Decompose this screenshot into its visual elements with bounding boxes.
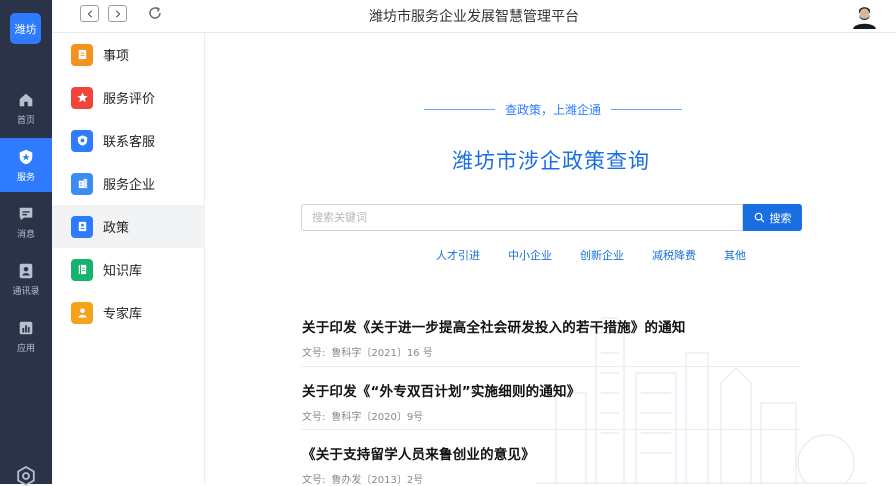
home-icon [19,93,33,106]
divider [424,108,495,110]
sidebar-item-label: 服务评价 [103,92,156,107]
contacts-icon [19,263,33,278]
doc-number: 鲁科字〔2021〕16 号 [331,348,433,359]
rail-item-service[interactable]: 服务 [0,138,52,192]
sidebar-item-evaluation[interactable]: 服务评价 [52,76,205,119]
divider [302,366,801,367]
building-icon [71,172,93,195]
sidebar-item-matters[interactable]: 事项 [52,33,205,76]
policy-title[interactable]: 关于印发《“外专双百计划”实施细则的通知》 [302,380,801,400]
doc-number-label: 文号: [302,475,326,484]
sidebar-item-label: 服务企业 [103,178,156,193]
sidebar-item-label: 知识库 [103,264,143,279]
rail-item-label: 首页 [16,115,35,126]
sidebar-item-customer-service[interactable]: 联系客服 [52,119,205,162]
sidebar-item-policy[interactable]: 政策 [52,205,205,248]
rail-item-home[interactable]: 首页 [0,81,52,135]
search-input[interactable] [301,204,743,231]
doc-number: 鲁科字〔2020〕9号 [331,412,424,423]
book-icon [71,258,93,281]
divider [611,108,683,110]
policy-search-page: 查政策，上潍企通 潍坊市涉企政策查询 搜索 人才引进 中小企业 创新企业 减税降… [206,33,896,484]
sidebar-item-label: 专家库 [103,307,143,322]
search-icon [754,212,764,223]
page-title: 潍坊市涉企政策查询 [452,149,650,173]
document-icon [71,43,93,66]
doc-number-label: 文号: [302,348,326,359]
apps-chart-icon [19,321,33,334]
divider [302,429,801,430]
policy-meta: 文号: 鲁科字〔2021〕16 号 [302,344,801,359]
app-logo[interactable]: 潍坊 [10,13,41,44]
tag-sme[interactable]: 中小企业 [508,247,552,263]
policy-list-item[interactable]: 《关于支持留学人员来鲁创业的意见》 文号: 鲁办发〔2013〕2号 [302,443,801,484]
policy-meta: 文号: 鲁办发〔2013〕2号 [302,471,801,484]
doc-number-label: 文号: [302,412,326,423]
category-tags: 人才引进 中小企业 创新企业 减税降费 其他 [206,247,896,263]
slogan: 查政策，上潍企通 [424,101,683,117]
rail-item-apps[interactable]: 应用 [0,309,52,363]
tag-other[interactable]: 其他 [724,247,746,263]
tag-innovation[interactable]: 创新企业 [580,247,624,263]
sidebar-item-knowledge[interactable]: 知识库 [52,248,205,291]
rail-item-label: 消息 [16,229,35,240]
headset-icon [71,129,93,152]
policy-title[interactable]: 《关于支持留学人员来鲁创业的意见》 [302,443,801,463]
doc-number: 鲁办发〔2013〕2号 [331,475,424,484]
rail-item-messages[interactable]: 消息 [0,195,52,249]
user-avatar[interactable] [851,3,878,29]
rail-item-label: 应用 [16,343,35,354]
policy-list-item[interactable]: 关于印发《关于进一步提高全社会研发投入的若干措施》的通知 文号: 鲁科字〔202… [302,316,801,359]
search-button-label: 搜索 [769,211,792,225]
rail-item-label: 服务 [16,172,35,183]
sidebar-item-enterprise[interactable]: 服务企业 [52,162,205,205]
policy-icon [71,215,93,238]
chat-icon [19,207,33,220]
top-bar: 潍坊市服务企业发展智慧管理平台 [52,0,896,33]
app-title: 潍坊市服务企业发展智慧管理平台 [369,9,579,25]
sidebar-item-label: 联系客服 [103,135,156,150]
tag-talent[interactable]: 人才引进 [436,247,480,263]
app-rail: 潍坊 首页 服务 消息 通讯录 应用 [0,0,52,486]
service-sidebar: 事项 服务评价 联系客服 服务企业 政策 知识库 专家库 [52,33,205,484]
policy-title[interactable]: 关于印发《关于进一步提高全社会研发投入的若干措施》的通知 [302,316,801,336]
settings-icon[interactable] [16,466,36,486]
star-icon [71,86,93,109]
tag-tax-reduction[interactable]: 减税降费 [652,247,696,263]
search-button[interactable]: 搜索 [743,204,802,231]
rail-item-label: 通讯录 [12,286,40,297]
expert-icon [71,301,93,324]
shield-star-icon [19,149,33,164]
slogan-text: 查政策，上潍企通 [505,102,602,117]
rail-item-contacts[interactable]: 通讯录 [0,252,52,306]
sidebar-item-experts[interactable]: 专家库 [52,291,205,334]
sidebar-item-label: 事项 [103,49,130,64]
sidebar-item-label: 政策 [103,221,130,236]
policy-list-item[interactable]: 关于印发《“外专双百计划”实施细则的通知》 文号: 鲁科字〔2020〕9号 [302,380,801,423]
policy-meta: 文号: 鲁科字〔2020〕9号 [302,408,801,423]
